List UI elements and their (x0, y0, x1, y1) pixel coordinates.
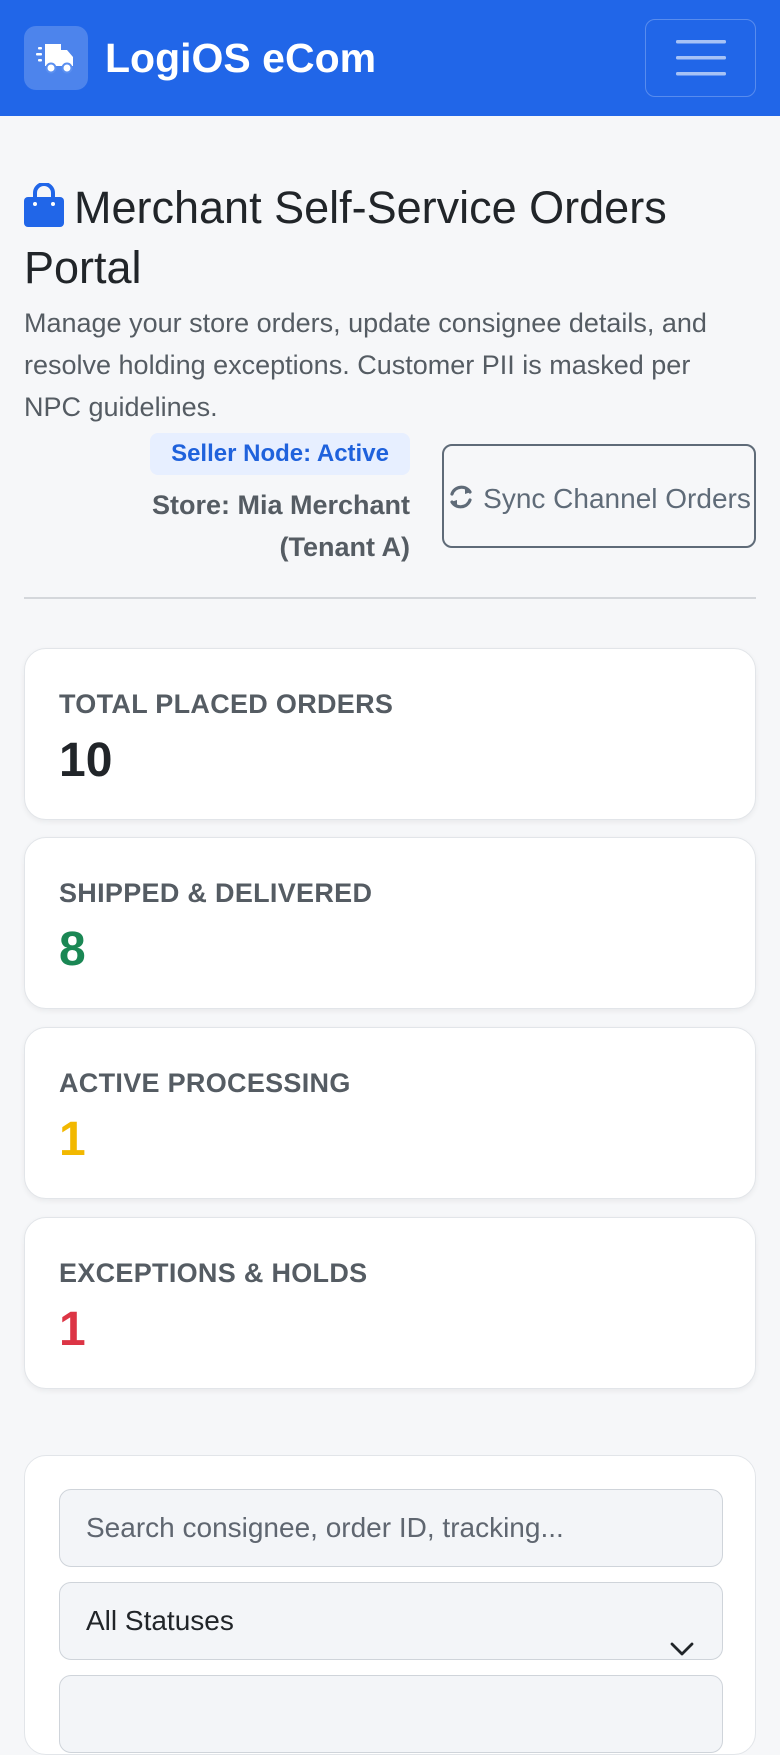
stat-value: 8 (59, 923, 86, 976)
truck-fast-icon[interactable] (24, 26, 88, 90)
stat-value: 1 (59, 1113, 86, 1166)
top-navbar: LogiOS eCom (0, 0, 780, 116)
shopping-bag-icon (24, 182, 64, 240)
page-description: Manage your store orders, update consign… (24, 308, 707, 422)
order-filter-card: All Statuses (24, 1455, 756, 1755)
stat-label: TOTAL PLACED ORDERS (59, 689, 394, 719)
stat-value: 10 (59, 734, 113, 787)
page-title: Merchant Self-Service Orders Portal (24, 180, 744, 296)
status-filter-value: All Statuses (86, 1605, 234, 1636)
chevron-down-icon (670, 1610, 694, 1685)
brand-name[interactable]: LogiOS eCom (105, 34, 376, 82)
stat-label: ACTIVE PROCESSING (59, 1068, 351, 1098)
stat-card-total-orders: TOTAL PLACED ORDERS 10 (24, 648, 756, 820)
stat-card-exceptions-holds: EXCEPTIONS & HOLDS 1 (24, 1217, 756, 1389)
store-name-label: Store: Mia Merchant (Tenant A) (151, 490, 410, 562)
stat-label: SHIPPED & DELIVERED (59, 878, 373, 908)
hamburger-menu-icon (675, 40, 726, 76)
order-search-input[interactable] (59, 1489, 723, 1567)
stat-card-active-processing: ACTIVE PROCESSING 1 (24, 1027, 756, 1199)
stat-value: 1 (59, 1303, 86, 1356)
stat-label: EXCEPTIONS & HOLDS (59, 1258, 368, 1288)
sync-icon (447, 481, 475, 523)
header-divider (24, 597, 756, 599)
filter-field[interactable] (59, 1675, 723, 1753)
sync-button-label: Sync Channel Orders (483, 483, 751, 514)
seller-node-status-badge: Seller Node: Active (150, 433, 410, 475)
stat-card-shipped-delivered: SHIPPED & DELIVERED 8 (24, 837, 756, 1009)
navbar-toggle-button[interactable] (645, 19, 756, 97)
status-filter-select[interactable]: All Statuses (59, 1582, 723, 1660)
sync-channel-orders-button[interactable]: Sync Channel Orders (442, 444, 756, 548)
page-title-text: Merchant Self-Service Orders Portal (24, 182, 667, 293)
